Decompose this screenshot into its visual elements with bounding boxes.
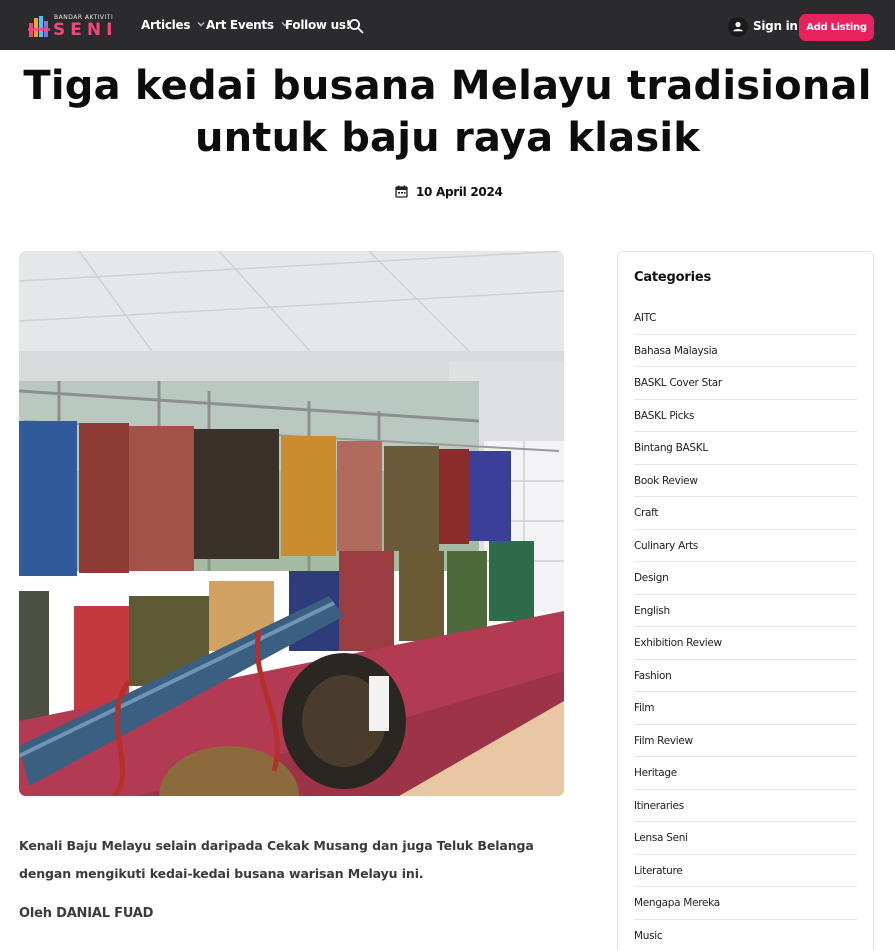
category-link[interactable]: AITC bbox=[634, 302, 857, 335]
search-icon[interactable] bbox=[348, 18, 364, 34]
category-link[interactable]: Film Review bbox=[634, 725, 857, 757]
nav-art-events-label: Art Events bbox=[206, 18, 274, 32]
category-link[interactable]: Design bbox=[634, 562, 857, 595]
category-link[interactable]: Film bbox=[634, 692, 857, 725]
category-link[interactable]: Music bbox=[634, 920, 857, 950]
categories-sidebar: Categories AITC Bahasa Malaysia BASKL Co… bbox=[617, 251, 874, 950]
category-link[interactable]: English bbox=[634, 595, 857, 627]
category-link[interactable]: Lensa Seni bbox=[634, 822, 857, 855]
date-text: 10 April 2024 bbox=[416, 185, 503, 199]
article-byline: Oleh DANIAL FUAD bbox=[19, 906, 154, 921]
category-link[interactable]: Fashion bbox=[634, 660, 857, 692]
category-link[interactable]: BASKL Picks bbox=[634, 400, 857, 432]
nav-articles[interactable]: Articles bbox=[141, 18, 205, 32]
nav-follow-us[interactable]: Follow us! bbox=[285, 18, 351, 32]
top-navbar: BANDAR AKTIVITI SENI Articles Art Events… bbox=[0, 0, 895, 50]
category-link[interactable]: Book Review bbox=[634, 465, 857, 497]
nav-follow-label: Follow us! bbox=[285, 18, 351, 32]
add-listing-button[interactable]: Add Listing bbox=[799, 14, 874, 41]
account-button[interactable] bbox=[728, 17, 748, 37]
category-link[interactable]: Bahasa Malaysia bbox=[634, 335, 857, 367]
article-hero-image bbox=[19, 251, 564, 796]
logo-mark-icon bbox=[28, 16, 50, 37]
article-title: Tiga kedai busana Melayu tradisional unt… bbox=[23, 63, 872, 161]
category-link[interactable]: Craft bbox=[634, 497, 857, 530]
article-lead: Kenali Baju Melayu selain daripada Cekak… bbox=[19, 838, 534, 881]
site-logo[interactable]: BANDAR AKTIVITI SENI bbox=[28, 13, 113, 41]
category-link[interactable]: Culinary Arts bbox=[634, 530, 857, 562]
calendar-icon bbox=[395, 185, 408, 198]
category-link[interactable]: Heritage bbox=[634, 757, 857, 790]
category-link[interactable]: Exhibition Review bbox=[634, 627, 857, 660]
category-link[interactable]: Itineraries bbox=[634, 790, 857, 822]
logo-wordmark: SENI bbox=[53, 20, 118, 40]
category-list: AITC Bahasa Malaysia BASKL Cover Star BA… bbox=[634, 302, 857, 950]
user-icon bbox=[733, 21, 743, 32]
chevron-down-icon bbox=[197, 22, 205, 27]
category-link[interactable]: Mengapa Mereka bbox=[634, 887, 857, 920]
sign-in-link[interactable]: Sign in bbox=[753, 19, 798, 33]
nav-articles-label: Articles bbox=[141, 18, 191, 32]
category-link[interactable]: Bintang BASKL bbox=[634, 432, 857, 465]
category-link[interactable]: Literature bbox=[634, 855, 857, 887]
sidebar-title: Categories bbox=[634, 270, 712, 285]
nav-art-events[interactable]: Art Events bbox=[206, 18, 289, 32]
category-link[interactable]: BASKL Cover Star bbox=[634, 367, 857, 400]
